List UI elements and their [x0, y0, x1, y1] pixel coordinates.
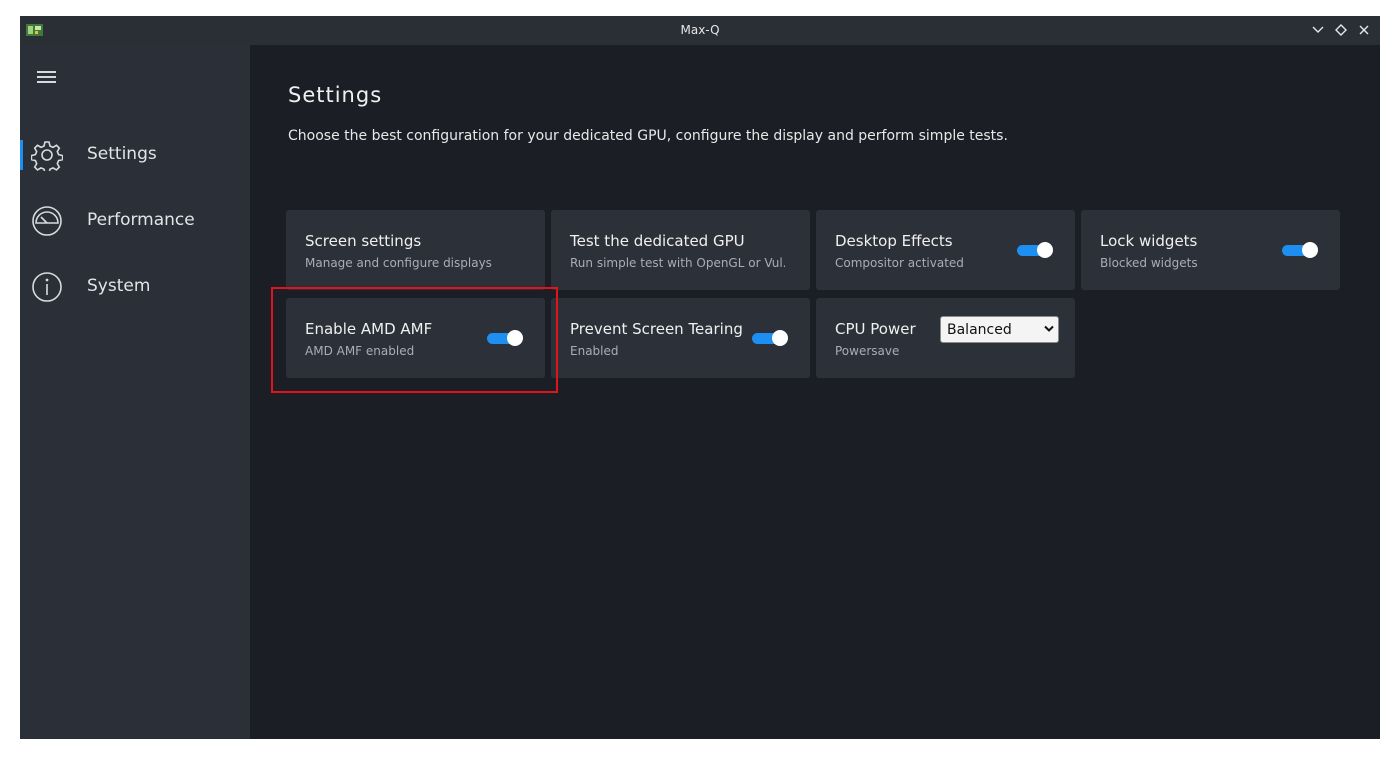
- card-subtitle: Compositor activated: [835, 256, 964, 270]
- minimize-button[interactable]: [1310, 21, 1326, 39]
- chevron-down-icon: [1044, 325, 1054, 332]
- page-description: Choose the best configuration for your d…: [288, 128, 1008, 144]
- active-indicator: [20, 140, 23, 170]
- sidebar-item-label: Settings: [87, 144, 157, 164]
- card-title: Enable AMD AMF: [305, 320, 433, 338]
- card-test-gpu[interactable]: Test the dedicated GPU Run simple test w…: [551, 210, 810, 290]
- card-prevent-tearing: Prevent Screen Tearing Enabled: [551, 298, 810, 378]
- toggle-knob: [772, 330, 788, 346]
- title-bar[interactable]: Max-Q: [20, 16, 1380, 45]
- card-desktop-effects: Desktop Effects Compositor activated: [816, 210, 1075, 290]
- card-cpu-power: CPU Power Powersave Balanced: [816, 298, 1075, 378]
- cpu-power-select[interactable]: Balanced: [940, 316, 1059, 343]
- diamond-icon: [1335, 24, 1347, 36]
- toggle-knob: [507, 330, 523, 346]
- sidebar-item-system[interactable]: System: [20, 262, 250, 312]
- card-title: Screen settings: [305, 232, 422, 250]
- close-button[interactable]: [1356, 21, 1372, 39]
- toggle-knob: [1302, 242, 1318, 258]
- sidebar: Settings Performance System: [20, 45, 250, 739]
- card-subtitle: Blocked widgets: [1100, 256, 1198, 270]
- lock-widgets-toggle[interactable]: [1282, 242, 1318, 258]
- card-lock-widgets: Lock widgets Blocked widgets: [1081, 210, 1340, 290]
- card-subtitle: Enabled: [570, 344, 619, 358]
- card-screen-settings[interactable]: Screen settings Manage and configure dis…: [286, 210, 545, 290]
- app-window: Max-Q Settings Performance System Settin…: [20, 16, 1380, 739]
- info-icon: [32, 272, 62, 302]
- desktop-effects-toggle[interactable]: [1017, 242, 1053, 258]
- sidebar-item-settings[interactable]: Settings: [20, 130, 250, 180]
- card-enable-amd-amf: Enable AMD AMF AMD AMF enabled: [286, 298, 545, 378]
- hamburger-menu-icon[interactable]: [36, 69, 58, 85]
- window-title: Max-Q: [680, 23, 720, 37]
- maximize-button[interactable]: [1333, 21, 1349, 39]
- card-title: Prevent Screen Tearing: [570, 320, 743, 338]
- select-value: Balanced: [947, 322, 1012, 338]
- sidebar-item-label: Performance: [87, 210, 195, 230]
- gauge-icon: [32, 206, 62, 236]
- amd-amf-toggle[interactable]: [487, 330, 523, 346]
- prevent-tearing-toggle[interactable]: [752, 330, 788, 346]
- sidebar-item-performance[interactable]: Performance: [20, 196, 250, 246]
- gear-icon: [31, 141, 63, 171]
- card-title: Lock widgets: [1100, 232, 1198, 250]
- card-subtitle: Run simple test with OpenGL or Vul...: [570, 256, 785, 270]
- card-title: Desktop Effects: [835, 232, 953, 250]
- close-icon: [1359, 25, 1369, 35]
- card-title: Test the dedicated GPU: [570, 232, 745, 250]
- chevron-down-icon: [1312, 26, 1324, 33]
- main-content: Settings Choose the best configuration f…: [250, 45, 1380, 739]
- toggle-knob: [1037, 242, 1053, 258]
- card-subtitle: Manage and configure displays: [305, 256, 492, 270]
- card-subtitle: Powersave: [835, 344, 900, 358]
- card-title: CPU Power: [835, 320, 916, 338]
- page-title: Settings: [288, 83, 383, 107]
- card-subtitle: AMD AMF enabled: [305, 344, 415, 358]
- sidebar-item-label: System: [87, 276, 151, 296]
